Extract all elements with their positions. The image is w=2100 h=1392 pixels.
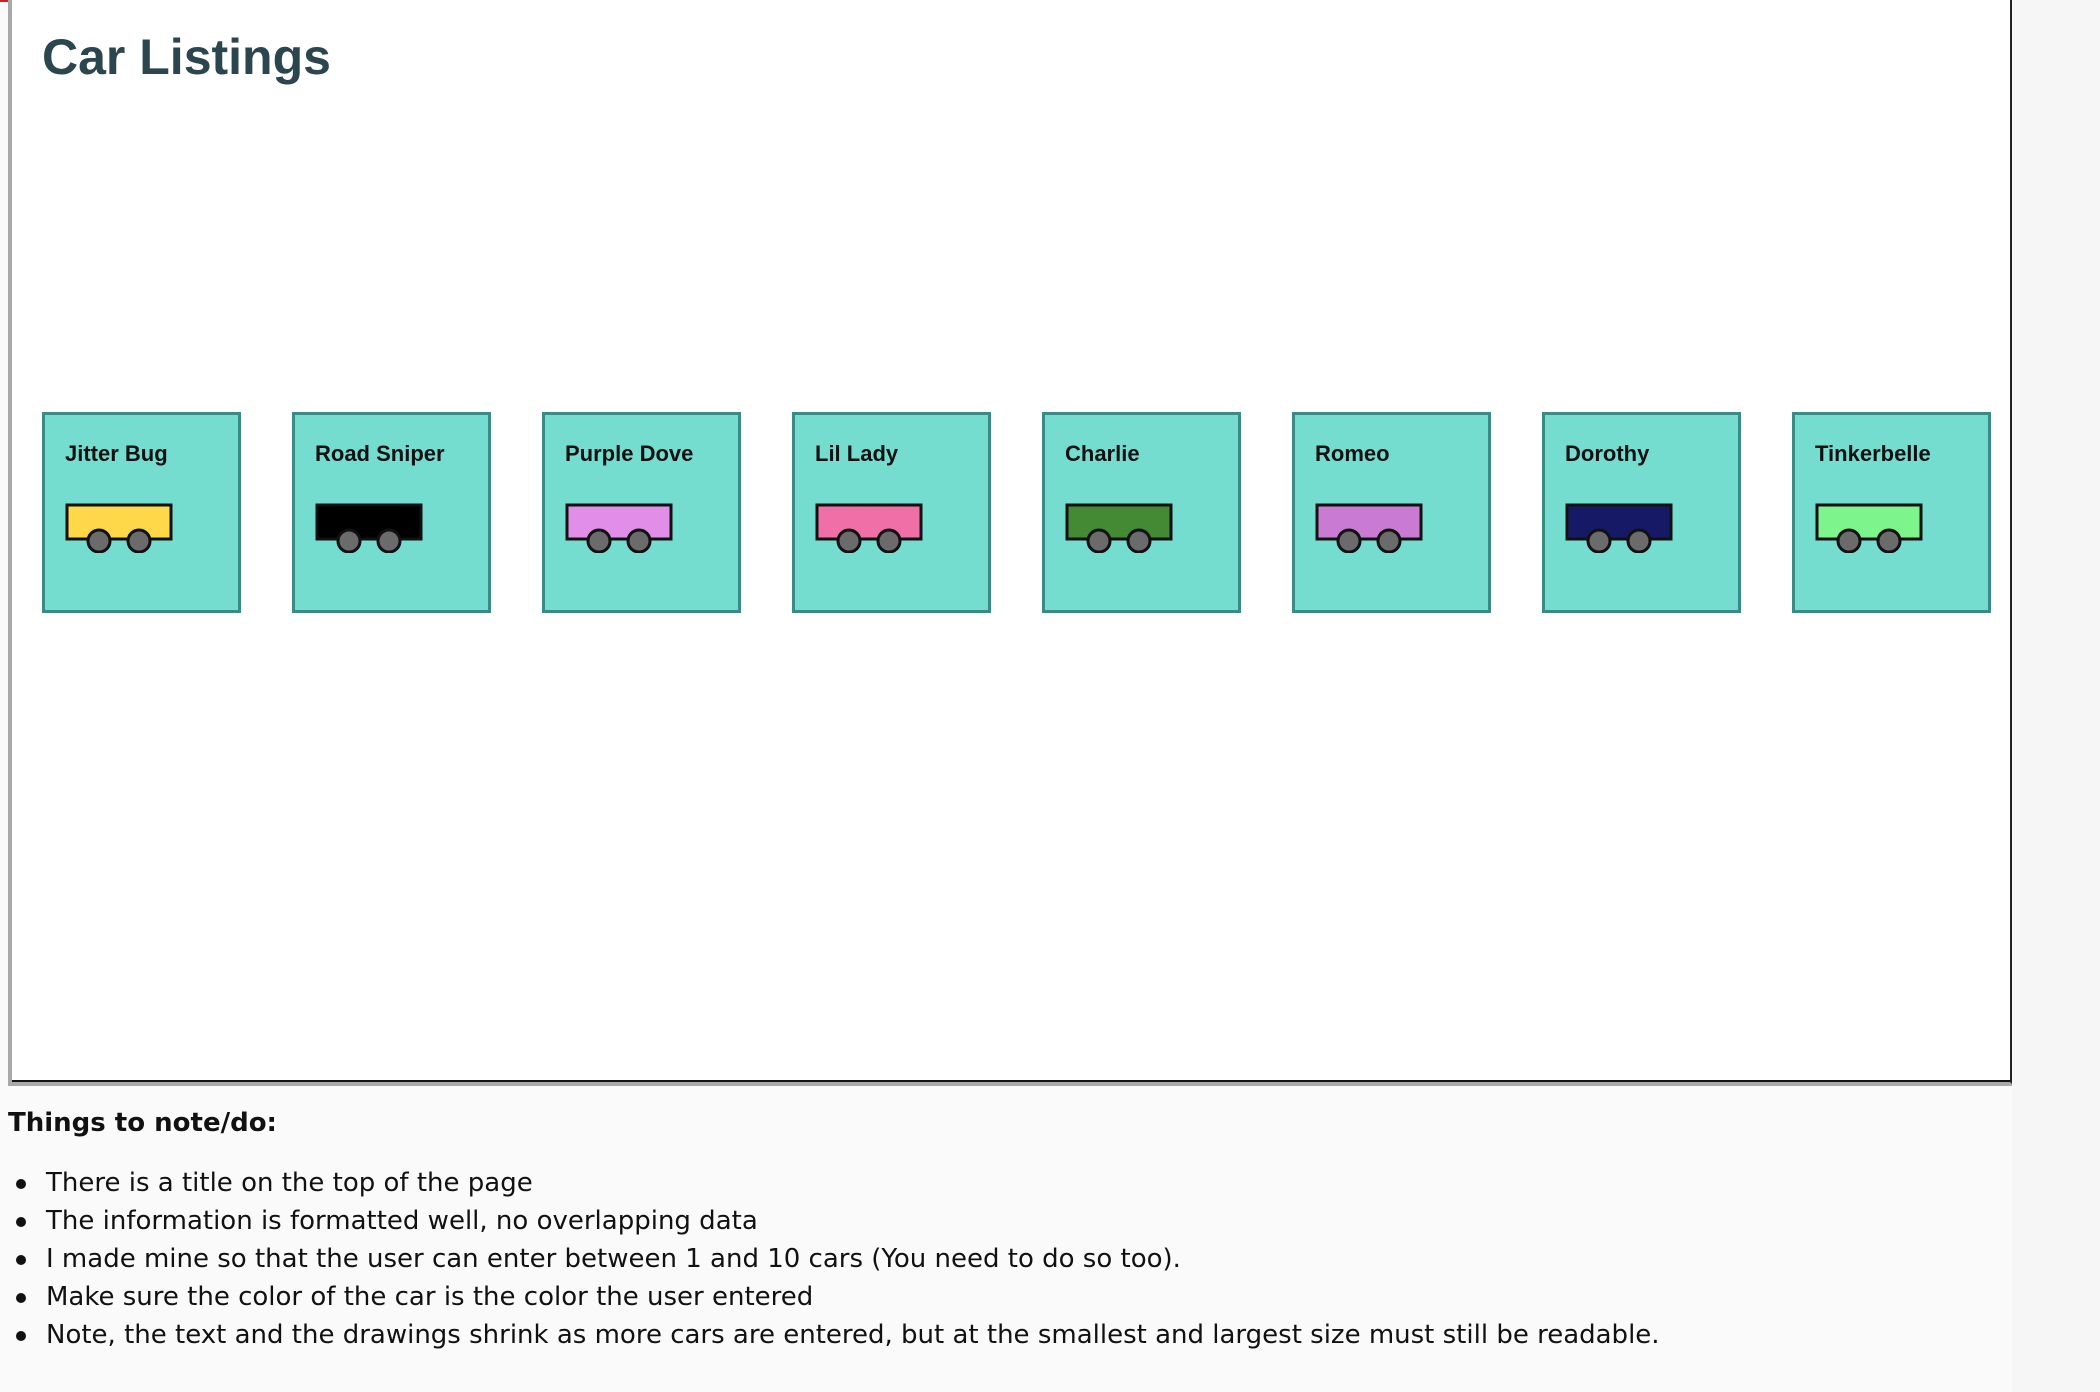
car-name: Tinkerbelle — [1815, 441, 1931, 466]
car-card: Lil Lady — [792, 412, 991, 613]
car-drawing-icon — [1815, 503, 1923, 553]
wheel — [1586, 528, 1612, 553]
car-card: Road Sniper — [292, 412, 491, 613]
car-body — [815, 503, 923, 541]
car-body — [1815, 503, 1923, 541]
notes-heading: Things to note/do: — [8, 1108, 277, 1138]
car-body — [1065, 503, 1173, 541]
car-drawing-icon — [315, 503, 423, 553]
wheel — [1336, 528, 1362, 553]
car-card: Dorothy — [1542, 412, 1741, 613]
list-item: There is a title on the top of the page — [16, 1164, 1908, 1202]
car-body — [1315, 503, 1423, 541]
car-drawing-icon — [65, 503, 173, 553]
car-drawing-icon — [1065, 503, 1173, 553]
car-name: Jitter Bug — [65, 441, 168, 466]
wheel — [876, 528, 902, 553]
wheel — [336, 528, 362, 553]
notes-section: Things to note/do: There is a title on t… — [8, 1108, 1908, 1354]
wheel — [586, 528, 612, 553]
wheel — [1126, 528, 1152, 553]
wheel — [836, 528, 862, 553]
car-name: Lil Lady — [815, 441, 899, 466]
page-margin — [2012, 0, 2100, 1392]
list-item: I made mine so that the user can enter b… — [16, 1240, 1908, 1278]
wheel — [376, 528, 402, 553]
car-name: Road Sniper — [315, 441, 445, 466]
car-card: Tinkerbelle — [1792, 412, 1991, 613]
wheel — [626, 528, 652, 553]
car-name: Charlie — [1065, 441, 1140, 466]
car-card: Charlie — [1042, 412, 1241, 613]
car-body — [65, 503, 173, 541]
car-drawing-icon — [565, 503, 673, 553]
car-body — [565, 503, 673, 541]
car-card-row: Jitter Bug Road Sniper Purple Dove Lil Lady… — [12, 0, 2010, 1082]
wheel — [1086, 528, 1112, 553]
wheel — [1376, 528, 1402, 553]
car-card: Purple Dove — [542, 412, 741, 613]
car-name: Dorothy — [1565, 441, 1650, 466]
car-body — [315, 503, 423, 541]
list-item: Note, the text and the drawings shrink a… — [16, 1316, 1908, 1354]
car-name: Purple Dove — [565, 441, 694, 466]
car-card: Romeo — [1292, 412, 1491, 613]
list-item: The information is formatted well, no ov… — [16, 1202, 1908, 1240]
wheel — [126, 528, 152, 553]
car-card: Jitter Bug — [42, 412, 241, 613]
car-drawing-icon — [1315, 503, 1423, 553]
wheel — [1876, 528, 1902, 553]
wheel — [1836, 528, 1862, 553]
car-drawing-icon — [815, 503, 923, 553]
wheel — [86, 528, 112, 553]
program-output-canvas: Car Listings Jitter Bug Road Sniper Purple… — [8, 0, 2014, 1086]
notes-list: There is a title on the top of the page … — [8, 1164, 1908, 1354]
car-body — [1565, 503, 1673, 541]
list-item: Make sure the color of the car is the co… — [16, 1278, 1908, 1316]
car-drawing-icon — [1565, 503, 1673, 553]
car-name: Romeo — [1315, 441, 1390, 466]
wheel — [1626, 528, 1652, 553]
